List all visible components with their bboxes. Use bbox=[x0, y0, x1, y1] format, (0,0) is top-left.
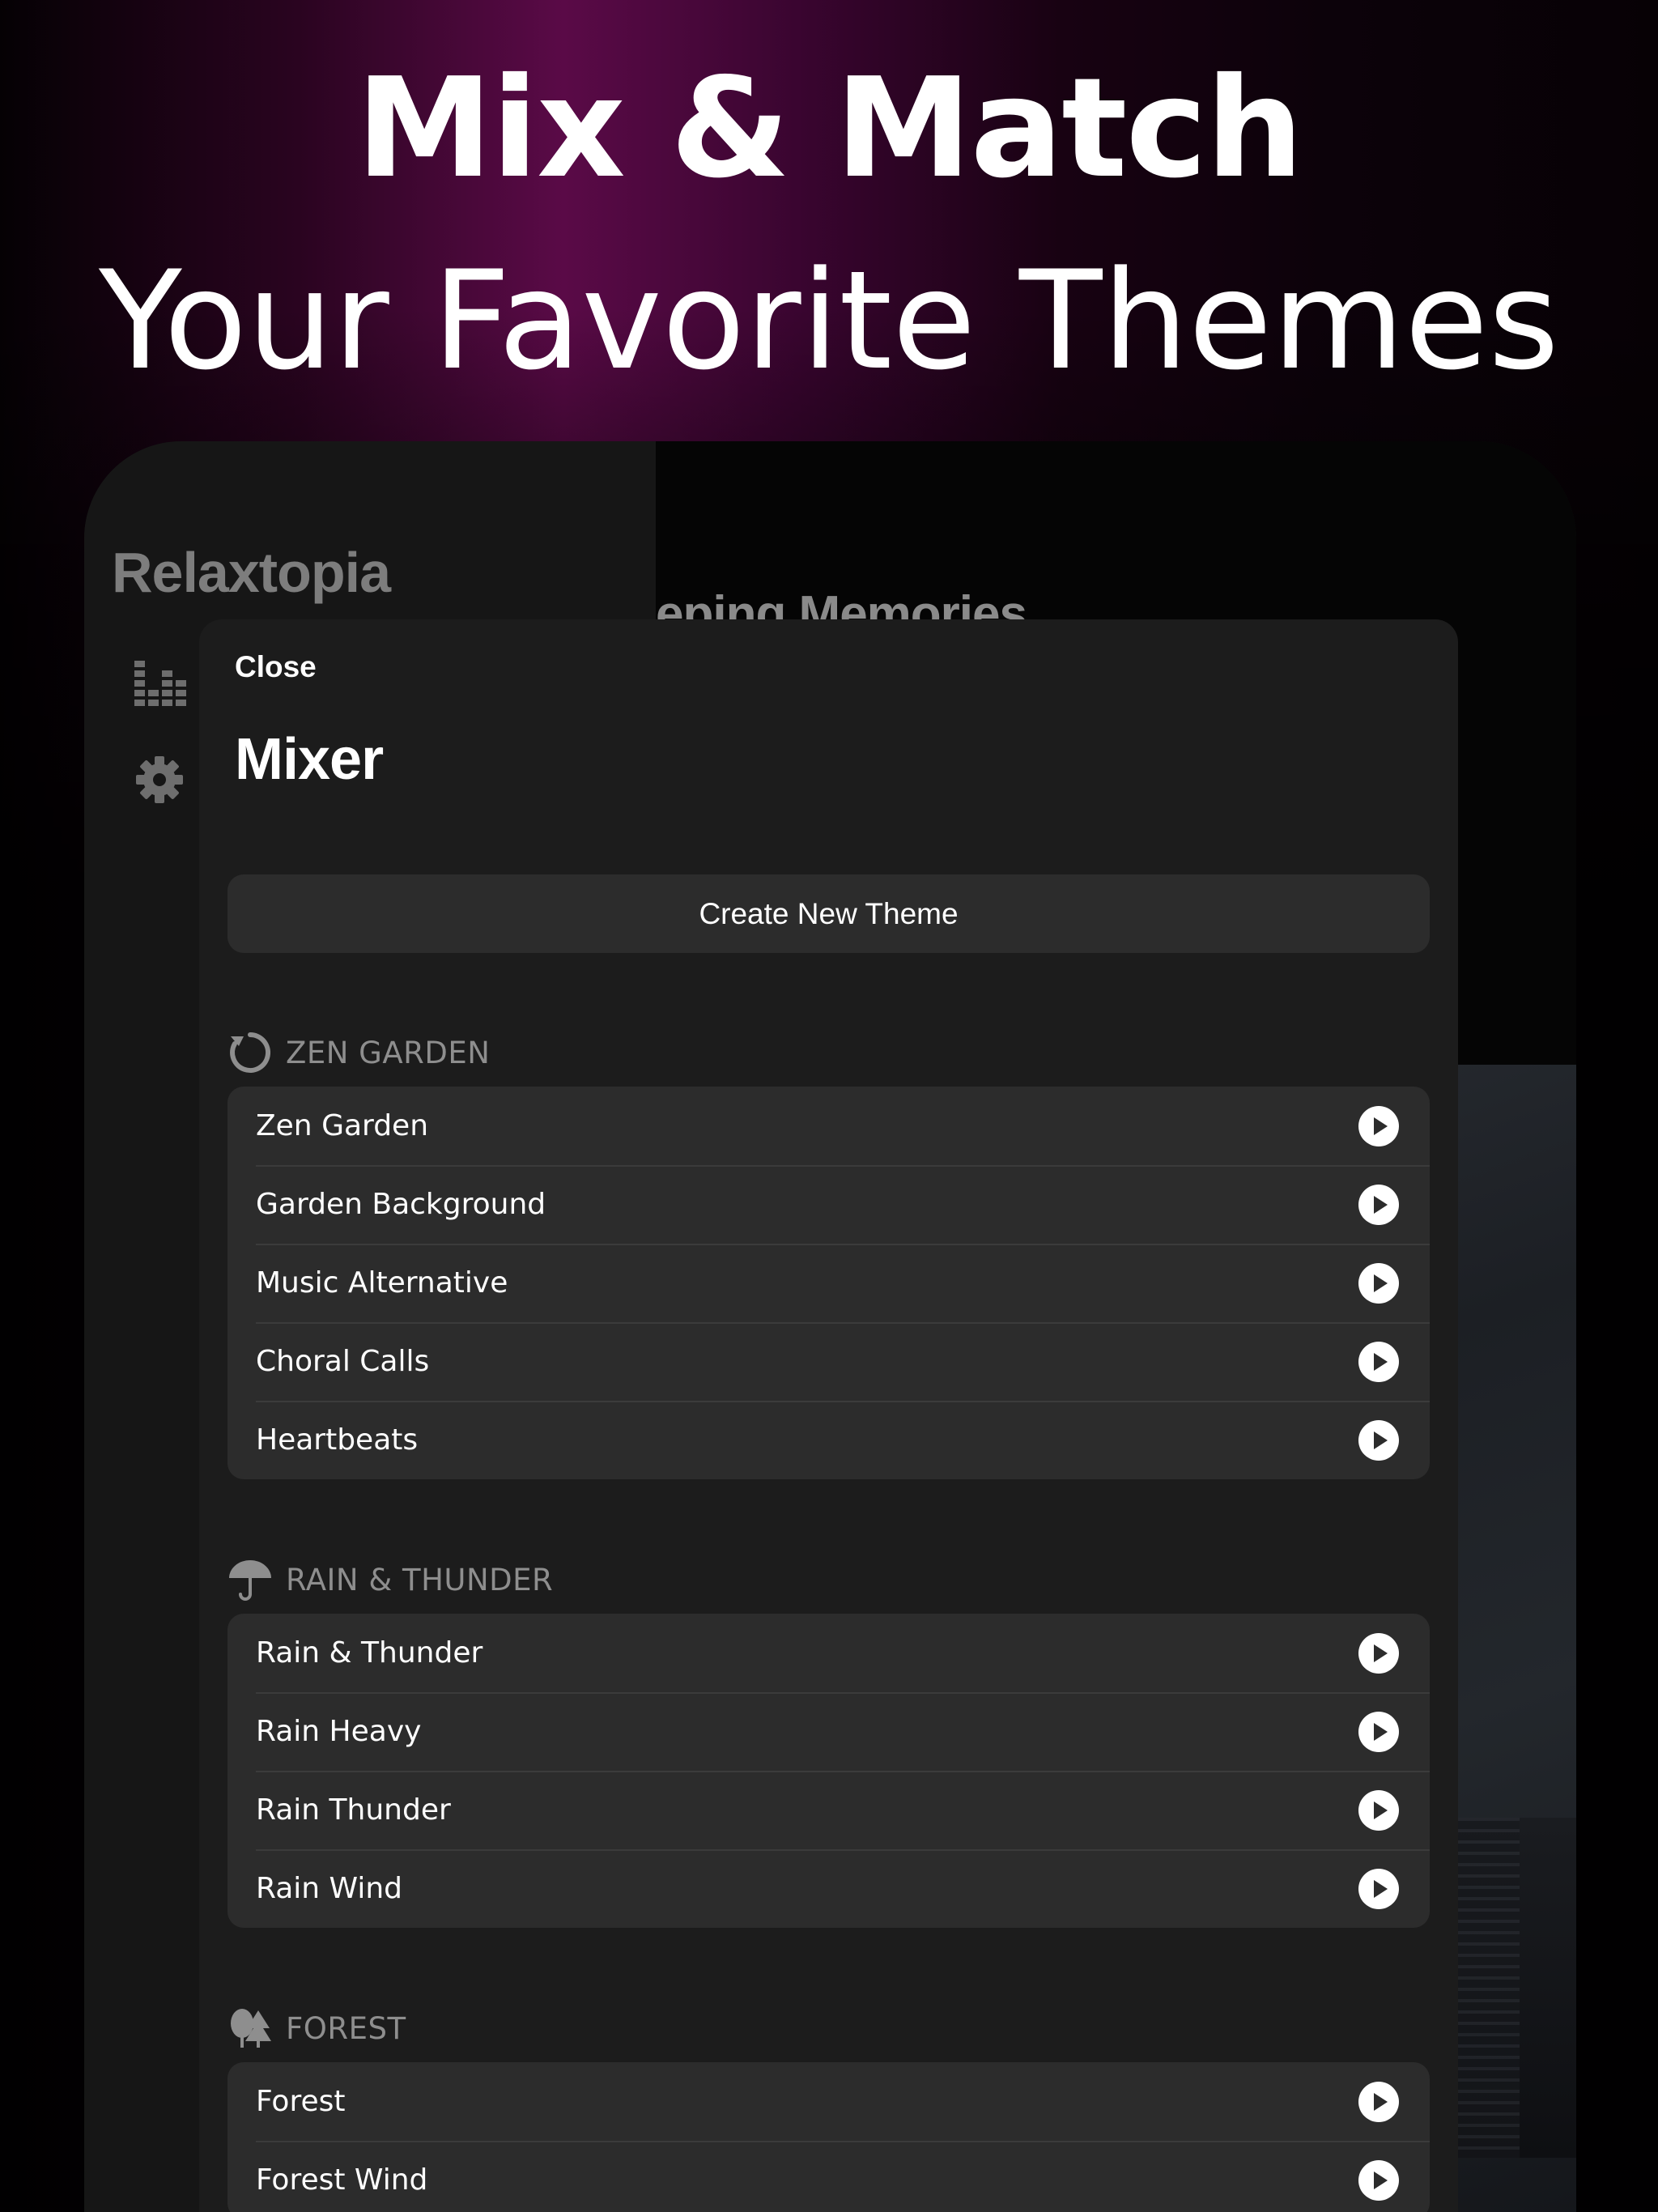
umbrella-icon bbox=[227, 1557, 273, 1602]
trees-icon bbox=[227, 2006, 273, 2051]
equalizer-icon[interactable] bbox=[133, 656, 186, 709]
refresh-circle-icon bbox=[227, 1030, 273, 1075]
item-label: Choral Calls bbox=[256, 1345, 430, 1378]
list-item[interactable]: Forest bbox=[227, 2062, 1430, 2141]
item-label: Rain & Thunder bbox=[256, 1636, 483, 1670]
list-item[interactable]: Rain Thunder bbox=[227, 1771, 1430, 1849]
theme-group-rain-thunder: Rain & Thunder Rain Heavy Rain Thunder R… bbox=[227, 1614, 1430, 1928]
play-icon[interactable] bbox=[1358, 1262, 1399, 1304]
section-header-forest: FOREST bbox=[227, 2004, 406, 2052]
section-label: RAIN & THUNDER bbox=[286, 1562, 554, 1597]
item-label: Heartbeats bbox=[256, 1423, 419, 1457]
play-icon[interactable] bbox=[1358, 1341, 1399, 1382]
list-item[interactable]: Garden Background bbox=[227, 1165, 1430, 1244]
play-icon[interactable] bbox=[1358, 2159, 1399, 2201]
section-label: FOREST bbox=[286, 2010, 406, 2046]
item-label: Rain Thunder bbox=[256, 1793, 451, 1827]
section-label: ZEN GARDEN bbox=[286, 1035, 491, 1070]
theme-group-zen-garden: Zen Garden Garden Background Music Alter… bbox=[227, 1087, 1430, 1479]
section-header-zen-garden: ZEN GARDEN bbox=[227, 1028, 490, 1077]
play-icon[interactable] bbox=[1358, 1711, 1399, 1752]
app-title: Relaxtopia bbox=[112, 541, 391, 604]
gear-icon[interactable] bbox=[133, 753, 186, 806]
close-button[interactable]: Close bbox=[235, 650, 317, 684]
play-icon[interactable] bbox=[1358, 1789, 1399, 1831]
promo-subheadline: Your Favorite Themes bbox=[99, 241, 1559, 400]
theme-group-forest: Forest Forest Wind bbox=[227, 2062, 1430, 2212]
item-label: Garden Background bbox=[256, 1188, 546, 1221]
list-item[interactable]: Rain Heavy bbox=[227, 1692, 1430, 1771]
list-item[interactable]: Forest Wind bbox=[227, 2141, 1430, 2212]
item-label: Forest Wind bbox=[256, 2163, 428, 2197]
play-icon[interactable] bbox=[1358, 1419, 1399, 1461]
item-label: Zen Garden bbox=[256, 1109, 429, 1142]
list-item[interactable]: Rain Wind bbox=[227, 1849, 1430, 1928]
section-header-rain-thunder: RAIN & THUNDER bbox=[227, 1555, 553, 1604]
play-icon[interactable] bbox=[1358, 1184, 1399, 1225]
item-label: Music Alternative bbox=[256, 1266, 508, 1300]
list-item[interactable]: Choral Calls bbox=[227, 1322, 1430, 1401]
play-icon[interactable] bbox=[1358, 1632, 1399, 1674]
item-label: Rain Wind bbox=[256, 1872, 403, 1905]
item-label: Rain Heavy bbox=[256, 1715, 422, 1748]
item-label: Forest bbox=[256, 2085, 346, 2118]
promo-headline: Mix & Match bbox=[355, 49, 1304, 209]
list-item[interactable]: Heartbeats bbox=[227, 1401, 1430, 1479]
create-new-theme-button[interactable]: Create New Theme bbox=[227, 874, 1430, 953]
play-icon[interactable] bbox=[1358, 1105, 1399, 1146]
mixer-title: Mixer bbox=[235, 727, 384, 792]
list-item[interactable]: Zen Garden bbox=[227, 1087, 1430, 1165]
play-icon[interactable] bbox=[1358, 1868, 1399, 1909]
list-item[interactable]: Rain & Thunder bbox=[227, 1614, 1430, 1692]
mixer-sheet: Close Mixer Create New Theme ZEN GARDEN … bbox=[199, 619, 1458, 2212]
play-icon[interactable] bbox=[1358, 2081, 1399, 2122]
list-item[interactable]: Music Alternative bbox=[227, 1244, 1430, 1322]
